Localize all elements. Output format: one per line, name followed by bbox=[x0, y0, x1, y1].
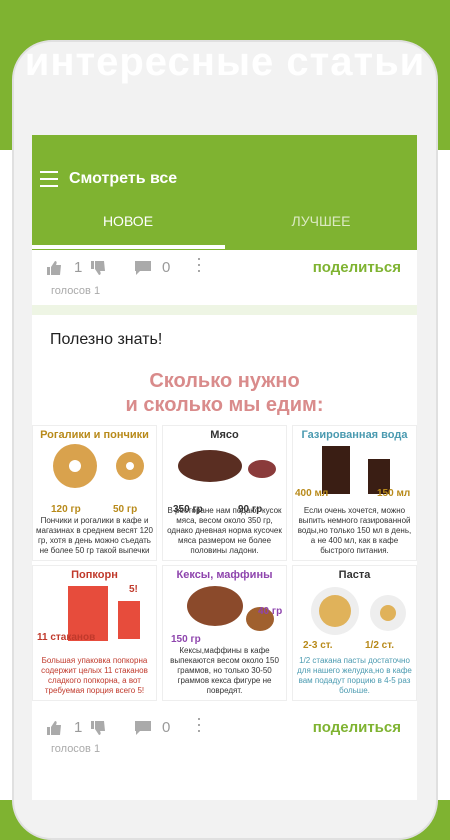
more-icon-2[interactable]: · · · bbox=[196, 709, 202, 739]
pasta-image bbox=[310, 587, 406, 635]
infographic-cell-popcorn: Попкорн 11 стаканов 5! Большая упаковка … bbox=[32, 565, 157, 701]
steak-image bbox=[177, 450, 276, 482]
votes-count: голосов 1 bbox=[51, 285, 101, 297]
infographic-cell-pasta: Паста 2-3 ст. 1/2 ст. 1/2 стакана пасты … bbox=[292, 565, 417, 701]
menu-icon[interactable] bbox=[40, 171, 58, 187]
banner-title: интересные статьи bbox=[24, 40, 426, 84]
comment-count-2: 0 bbox=[162, 719, 171, 736]
thumbs-down-icon bbox=[91, 721, 105, 736]
tab-new[interactable]: НОВОЕ bbox=[32, 213, 224, 229]
dislike-button[interactable] bbox=[90, 259, 106, 276]
app-screen: Смотреть все НОВОЕ ЛУЧШЕЕ 1 0 · · · подели… bbox=[32, 135, 417, 800]
infographic-cell-donuts: Рогалики и пончики 120 гр 50 гр Пончики … bbox=[32, 425, 157, 561]
like-button[interactable] bbox=[46, 259, 62, 276]
comment-count: 0 bbox=[162, 259, 171, 276]
app-bar: Смотреть все НОВОЕ ЛУЧШЕЕ bbox=[32, 135, 417, 250]
thumbs-up-icon bbox=[47, 261, 61, 276]
like-button-2[interactable] bbox=[46, 719, 62, 736]
share-button-2[interactable]: поделиться bbox=[313, 719, 401, 736]
more-icon[interactable]: · · · bbox=[196, 249, 202, 279]
thumbs-up-icon bbox=[47, 721, 61, 736]
like-count-2: 1 bbox=[74, 719, 83, 736]
tab-best[interactable]: ЛУЧШЕЕ bbox=[225, 213, 417, 229]
post-divider bbox=[32, 305, 417, 315]
infographic-grid: Рогалики и пончики 120 гр 50 гр Пончики … bbox=[32, 425, 417, 705]
comment-button[interactable] bbox=[135, 259, 151, 276]
comment-button-2[interactable] bbox=[135, 719, 151, 736]
infographic-title: Сколько нужно и сколько мы едим: bbox=[125, 370, 324, 416]
post-actions-top: 1 0 · · · поделиться bbox=[32, 249, 417, 285]
comment-icon bbox=[135, 721, 151, 736]
like-count: 1 bbox=[74, 259, 83, 276]
post-title: Полезно знать! bbox=[50, 331, 163, 348]
donut-image bbox=[52, 444, 144, 488]
infographic-cell-muffins: Кексы, маффины 150 гр 40 гр Кексы,маффин… bbox=[162, 565, 287, 701]
votes-count-2: голосов 1 bbox=[51, 743, 101, 755]
comment-icon bbox=[135, 261, 151, 276]
appbar-title: Смотреть все bbox=[69, 170, 178, 187]
share-button[interactable]: поделиться bbox=[313, 259, 401, 276]
infographic-cell-meat: Мясо 350 гр 90 гр В ресторане нам подают… bbox=[162, 425, 287, 561]
dislike-button-2[interactable] bbox=[90, 719, 106, 736]
post-actions-bottom: 1 0 · · · поделиться bbox=[32, 709, 417, 745]
infographic-cell-soda: Газированная вода 400 мл 150 мл Если оче… bbox=[292, 425, 417, 561]
thumbs-down-icon bbox=[91, 261, 105, 276]
